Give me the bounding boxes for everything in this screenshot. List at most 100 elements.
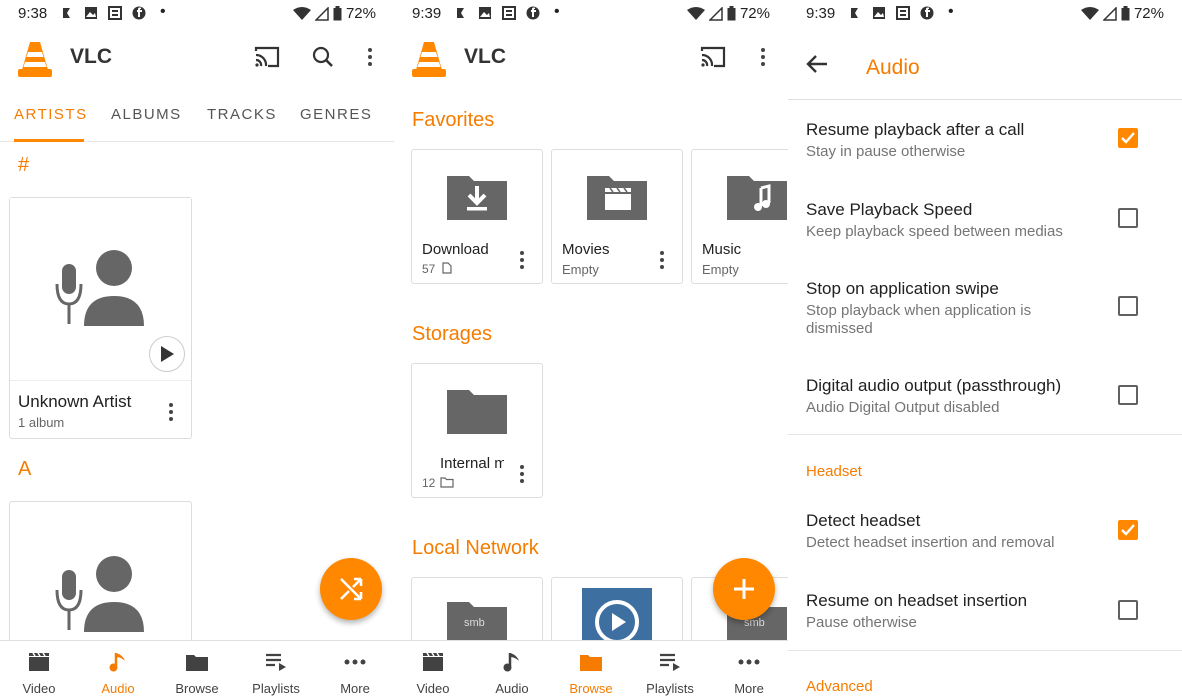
setting-detect-headset[interactable]: Detect headset Detect headset insertion …	[788, 492, 1182, 572]
setting-title: Detect headset	[806, 511, 921, 530]
nav-browse[interactable]: Browse	[552, 651, 630, 696]
tab-tracks[interactable]: TRACKS	[207, 106, 277, 123]
setting-checkbox-checked[interactable]	[1118, 520, 1138, 540]
battery-percent: 72%	[345, 5, 376, 22]
cast-icon	[254, 46, 280, 68]
artist-name: Unknown Artist	[18, 392, 132, 411]
overflow-menu-button[interactable]	[360, 45, 380, 69]
nav-label: Browse	[569, 681, 613, 696]
wifi-icon	[686, 6, 705, 20]
nav-label: Audio	[495, 681, 529, 696]
nav-playlists[interactable]: Playlists	[631, 651, 709, 696]
signal-icon	[1102, 6, 1117, 21]
bottom-navigation: Video Audio Browse Playlists More	[394, 640, 788, 700]
app-bar: VLC	[0, 28, 394, 88]
network-label: smb	[464, 617, 485, 629]
setting-checkbox[interactable]	[1118, 208, 1138, 228]
app-title: VLC	[70, 45, 112, 68]
artist-menu-button[interactable]	[161, 400, 181, 424]
storage-count: 12	[422, 476, 436, 490]
tab-indicator	[14, 139, 84, 142]
news-icon	[502, 6, 516, 20]
category-headset: Headset	[806, 463, 862, 480]
divider	[788, 650, 1182, 651]
music-note-icon	[109, 653, 125, 672]
facebook-icon	[920, 6, 934, 20]
image-icon	[479, 7, 491, 19]
setting-save-playback-speed[interactable]: Save Playback Speed Keep playback speed …	[788, 180, 1182, 260]
folder-icon	[580, 655, 602, 671]
audio-settings-screen: 9:39 • 72% Audio Resume playback after a…	[788, 0, 1182, 700]
tab-artists[interactable]: ARTISTS	[14, 106, 88, 123]
favorite-card-movies[interactable]: Movies Empty	[551, 149, 683, 284]
storage-card-internal[interactable]: Internal m 12	[411, 363, 543, 498]
play-circle-icon	[595, 600, 639, 644]
signal-icon	[314, 6, 329, 21]
shuffle-fab[interactable]	[320, 558, 382, 620]
section-header-hash: #	[18, 154, 30, 176]
nav-video[interactable]: Video	[0, 651, 78, 696]
nav-label: More	[340, 681, 370, 696]
video-icon	[29, 652, 49, 671]
setting-summary: Keep playback speed between medias	[806, 223, 1063, 240]
nav-more[interactable]: More	[316, 651, 394, 696]
status-time: 9:39	[412, 5, 442, 22]
setting-checkbox-checked[interactable]	[1118, 128, 1138, 148]
tab-albums[interactable]: ALBUMS	[111, 106, 182, 123]
app-bar: VLC	[394, 28, 788, 88]
folder-icon	[186, 655, 208, 671]
setting-checkbox[interactable]	[1118, 600, 1138, 620]
status-right: 72%	[1080, 5, 1164, 22]
category-advanced: Advanced	[806, 678, 873, 695]
nav-label: Video	[416, 681, 450, 696]
play-button[interactable]	[149, 336, 185, 372]
favorite-menu-button[interactable]	[652, 248, 672, 272]
tab-genres[interactable]: GENRES	[300, 106, 372, 123]
setting-checkbox[interactable]	[1118, 296, 1138, 316]
cast-button[interactable]	[698, 42, 728, 72]
notification-icon	[457, 8, 464, 18]
audio-tabs: ARTISTS ALBUMS TRACKS GENRES	[0, 96, 394, 142]
setting-resume-on-headset[interactable]: Resume on headset insertion Pause otherw…	[788, 572, 1182, 650]
status-time: 9:39	[806, 5, 836, 22]
favorite-menu-button[interactable]	[512, 248, 532, 272]
setting-digital-audio-output[interactable]: Digital audio output (passthrough) Audio…	[788, 356, 1182, 434]
vlc-logo-icon	[18, 42, 52, 77]
app-title: VLC	[464, 45, 506, 68]
nav-more[interactable]: More	[710, 651, 788, 696]
storage-menu-button[interactable]	[512, 462, 532, 486]
cast-icon	[700, 46, 726, 68]
play-icon	[161, 346, 174, 362]
overflow-menu-button[interactable]	[753, 45, 773, 69]
setting-title: Digital audio output (passthrough)	[806, 376, 1062, 395]
artist-placeholder-icon	[55, 250, 144, 326]
nav-playlists[interactable]: Playlists	[237, 651, 315, 696]
more-notifications-dot: •	[160, 3, 166, 20]
add-fab[interactable]	[713, 558, 775, 620]
download-folder-icon	[447, 176, 507, 220]
file-icon	[442, 262, 452, 274]
image-icon	[85, 7, 97, 19]
nav-audio[interactable]: Audio	[79, 651, 157, 696]
search-button[interactable]	[308, 42, 338, 72]
artist-card[interactable]: Unknown Artist 1 album	[9, 197, 192, 439]
setting-title: Stop on application swipe	[806, 279, 999, 298]
nav-browse[interactable]: Browse	[158, 651, 236, 696]
nav-video[interactable]: Video	[394, 651, 472, 696]
favorite-card-music[interactable]: Music Empty	[691, 149, 788, 284]
artist-card[interactable]	[9, 501, 192, 661]
cast-button[interactable]	[252, 42, 282, 72]
section-header-favorites: Favorites	[412, 109, 495, 131]
facebook-icon	[132, 6, 146, 20]
setting-resume-after-call[interactable]: Resume playback after a call Stay in pau…	[788, 100, 1182, 180]
back-button[interactable]	[806, 54, 832, 80]
setting-title: Resume on headset insertion	[806, 591, 1028, 610]
facebook-icon	[526, 6, 540, 20]
setting-title: Save Playback Speed	[806, 200, 973, 219]
setting-checkbox[interactable]	[1118, 385, 1138, 405]
nav-audio[interactable]: Audio	[473, 651, 551, 696]
battery-percent: 72%	[739, 5, 770, 22]
favorite-card-download[interactable]: Download 57	[411, 149, 543, 284]
setting-stop-on-swipe[interactable]: Stop on application swipe Stop playback …	[788, 260, 1182, 356]
status-bar: 9:39 • 72%	[788, 0, 1182, 28]
